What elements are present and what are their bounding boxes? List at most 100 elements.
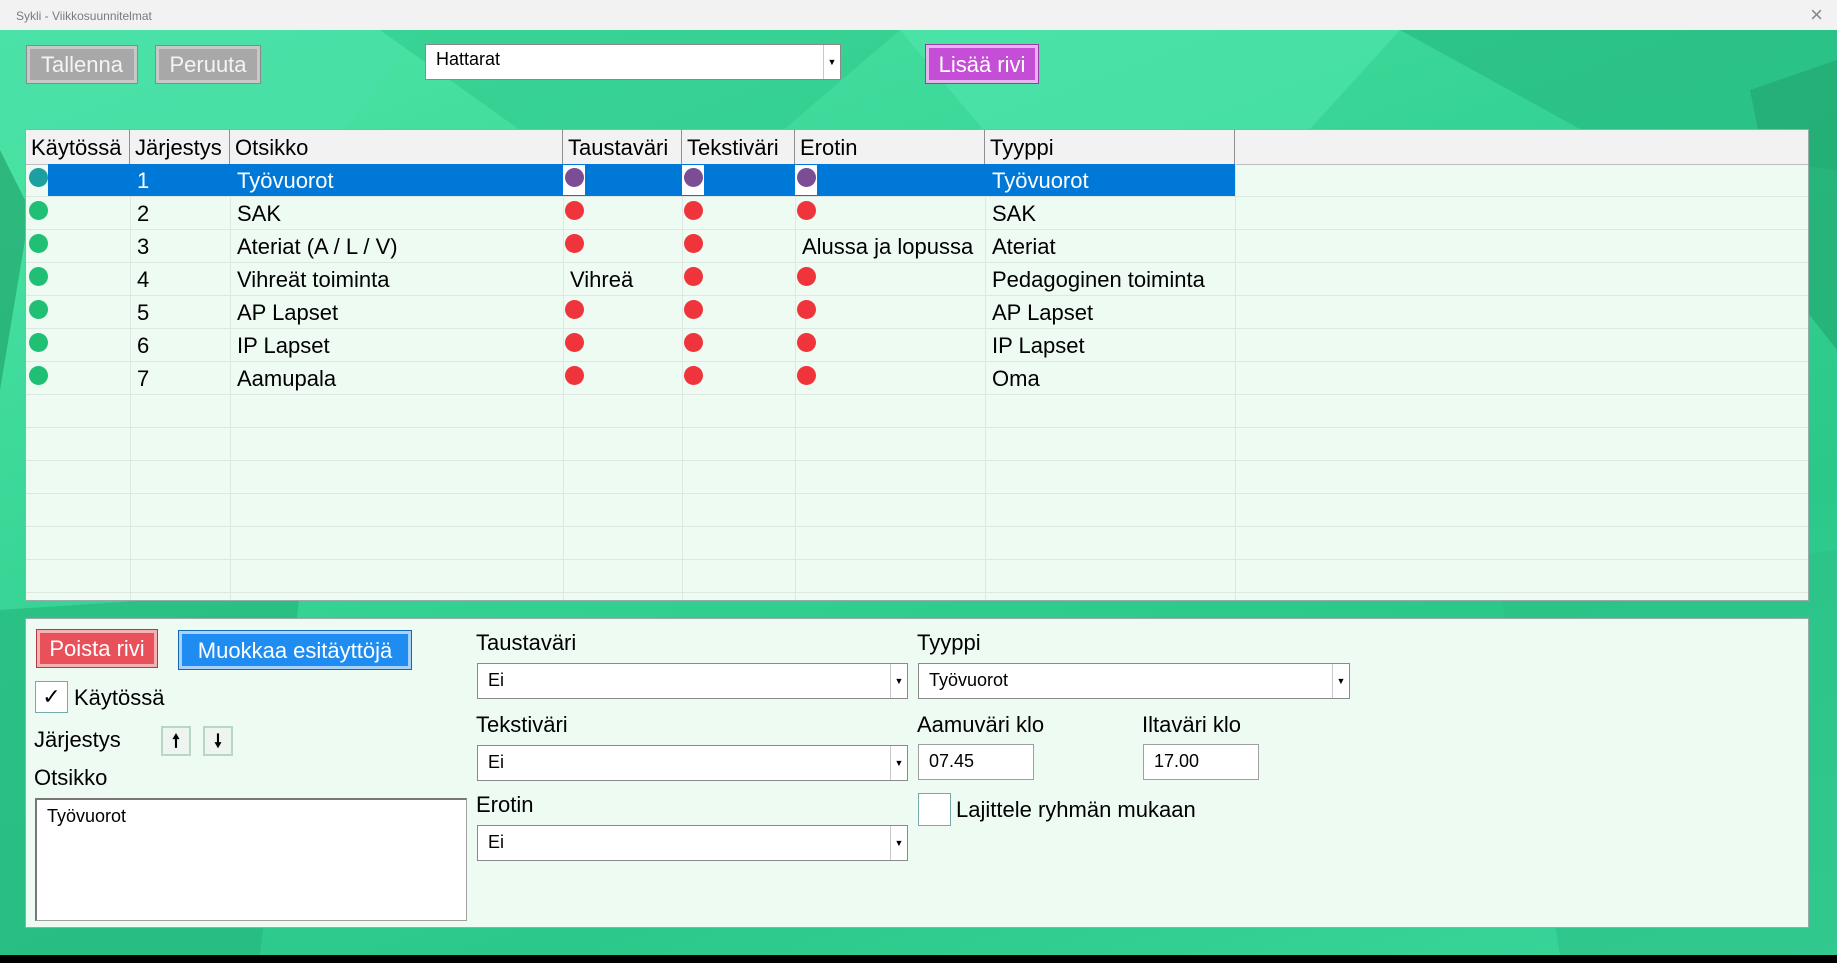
column-header[interactable]: Otsikko [230, 130, 563, 164]
text-color-label: Tekstiväri [476, 712, 568, 737]
column-header[interactable]: Erotin [795, 130, 985, 164]
separator-cell: Alussa ja lopussa [802, 234, 974, 259]
move-up-button[interactable]: 🠕 [161, 726, 191, 756]
text-color-swatch-icon [684, 300, 703, 319]
add-row-button[interactable]: Lisää rivi [925, 44, 1039, 84]
cancel-button[interactable]: Peruuta [155, 45, 261, 84]
row-editor-panel: Poista rivi Muokkaa esitäyttöjä ✓ Käytös… [25, 618, 1809, 928]
table-row[interactable]: 7 Aamupala Oma [26, 362, 1808, 395]
type-cell: IP Lapset [992, 333, 1085, 358]
type-cell: Ateriat [992, 234, 1056, 259]
dropdown-arrow-icon: ▼ [1332, 664, 1349, 698]
arrow-up-icon: 🠕 [172, 731, 180, 751]
separator-swatch-icon [797, 168, 816, 187]
morning-color-label: Aamuväri klo [917, 712, 1045, 737]
separator-swatch-icon [797, 201, 816, 220]
type-label: Tyyppi [917, 630, 981, 655]
column-header[interactable]: Taustaväri [563, 130, 682, 164]
separator-select[interactable]: Ei ▼ [477, 825, 908, 861]
rows-grid[interactable]: Käytössä Järjestys Otsikko Taustaväri Te… [25, 129, 1809, 601]
dropdown-arrow-icon: ▼ [823, 45, 840, 79]
dropdown-arrow-icon: ▼ [890, 746, 907, 780]
arrow-down-icon: 🠗 [214, 731, 222, 751]
order-label: Järjestys [34, 727, 121, 752]
checkmark-icon: ✓ [42, 684, 61, 709]
evening-color-label: Iltaväri klo [1142, 712, 1242, 737]
enabled-indicator-icon [29, 300, 48, 319]
column-header[interactable]: Tekstiväri [682, 130, 795, 164]
delete-row-button[interactable]: Poista rivi [36, 629, 158, 668]
empty-row [26, 527, 1808, 560]
background-color-select-value: Ei [488, 670, 505, 690]
dropdown-arrow-icon: ▼ [890, 664, 907, 698]
empty-row [26, 560, 1808, 593]
table-row[interactable]: 6 IP Lapset IP Lapset [26, 329, 1808, 362]
title-textarea[interactable]: Työvuorot [35, 798, 467, 921]
type-cell: Työvuorot [992, 168, 1089, 193]
enabled-indicator-icon [29, 333, 48, 352]
type-cell: SAK [992, 201, 1037, 226]
morning-color-value: 07.45 [929, 751, 975, 771]
table-row[interactable]: 3 Ateriat (A / L / V) Alussa ja lopussa … [26, 230, 1808, 263]
table-row[interactable]: 4 Vihreät toiminta Vihreä Pedagoginen to… [26, 263, 1808, 296]
plan-select-value: Hattarat [436, 49, 501, 69]
enabled-label: Käytössä [74, 685, 165, 710]
group-sort-checkbox[interactable] [918, 793, 951, 826]
title-label: Otsikko [34, 765, 108, 790]
title-cell: IP Lapset [237, 333, 330, 358]
title-bar: Sykli - Viikkosuunnitelmat × [0, 0, 1837, 30]
order-cell: 2 [137, 201, 150, 226]
empty-row [26, 494, 1808, 527]
morning-color-input[interactable]: 07.45 [918, 744, 1034, 780]
text-color-select[interactable]: Ei ▼ [477, 745, 908, 781]
dropdown-arrow-icon: ▼ [890, 826, 907, 860]
order-cell: 6 [137, 333, 150, 358]
table-row[interactable]: 2 SAK SAK [26, 197, 1808, 230]
background-color-label: Taustaväri [476, 630, 577, 655]
background-color-select[interactable]: Ei ▼ [477, 663, 908, 699]
text-color-swatch-icon [684, 201, 703, 220]
type-select[interactable]: Työvuorot ▼ [918, 663, 1350, 699]
column-header[interactable]: Tyyppi [985, 130, 1235, 164]
group-sort-label: Lajittele ryhmän mukaan [956, 797, 1196, 822]
title-cell: SAK [237, 201, 282, 226]
background-color-swatch-icon [565, 168, 584, 187]
background-color-cell: Vihreä [570, 267, 634, 292]
empty-row [26, 428, 1808, 461]
title-textarea-value: Työvuorot [47, 806, 127, 826]
order-cell: 5 [137, 300, 150, 325]
separator-label: Erotin [476, 792, 534, 817]
order-cell: 1 [137, 168, 150, 193]
background-color-swatch-icon [565, 234, 584, 253]
grid-header: Käytössä Järjestys Otsikko Taustaväri Te… [26, 130, 1808, 165]
evening-color-input[interactable]: 17.00 [1143, 744, 1259, 780]
enabled-indicator-icon [29, 234, 48, 253]
enabled-indicator-icon [29, 366, 48, 385]
text-color-swatch-icon [684, 366, 703, 385]
enabled-checkbox[interactable]: ✓ [35, 681, 68, 713]
close-icon[interactable]: × [1810, 2, 1823, 28]
separator-swatch-icon [797, 267, 816, 286]
table-row[interactable]: 1 Työvuorot Työvuorot [26, 164, 1808, 197]
edit-presets-button[interactable]: Muokkaa esitäyttöjä [178, 630, 412, 670]
title-cell: Vihreät toiminta [237, 267, 390, 292]
column-header[interactable]: Järjestys [130, 130, 230, 164]
separator-swatch-icon [797, 366, 816, 385]
text-color-swatch-icon [684, 267, 703, 286]
type-cell: AP Lapset [992, 300, 1094, 325]
type-cell: Oma [992, 366, 1040, 391]
move-down-button[interactable]: 🠗 [203, 726, 233, 756]
enabled-indicator-icon [29, 267, 48, 286]
save-button[interactable]: Tallenna [26, 45, 138, 84]
enabled-indicator-icon [29, 201, 48, 220]
separator-swatch-icon [797, 333, 816, 352]
plan-select[interactable]: Hattarat ▼ [425, 44, 841, 80]
table-row[interactable]: 5 AP Lapset AP Lapset [26, 296, 1808, 329]
text-color-swatch-icon [684, 168, 703, 187]
column-header[interactable]: Käytössä [26, 130, 130, 164]
separator-select-value: Ei [488, 832, 505, 852]
background-color-swatch-icon [565, 201, 584, 220]
order-cell: 7 [137, 366, 150, 391]
window-title: Sykli - Viikkosuunnitelmat [16, 9, 152, 23]
type-cell: Pedagoginen toiminta [992, 267, 1205, 292]
